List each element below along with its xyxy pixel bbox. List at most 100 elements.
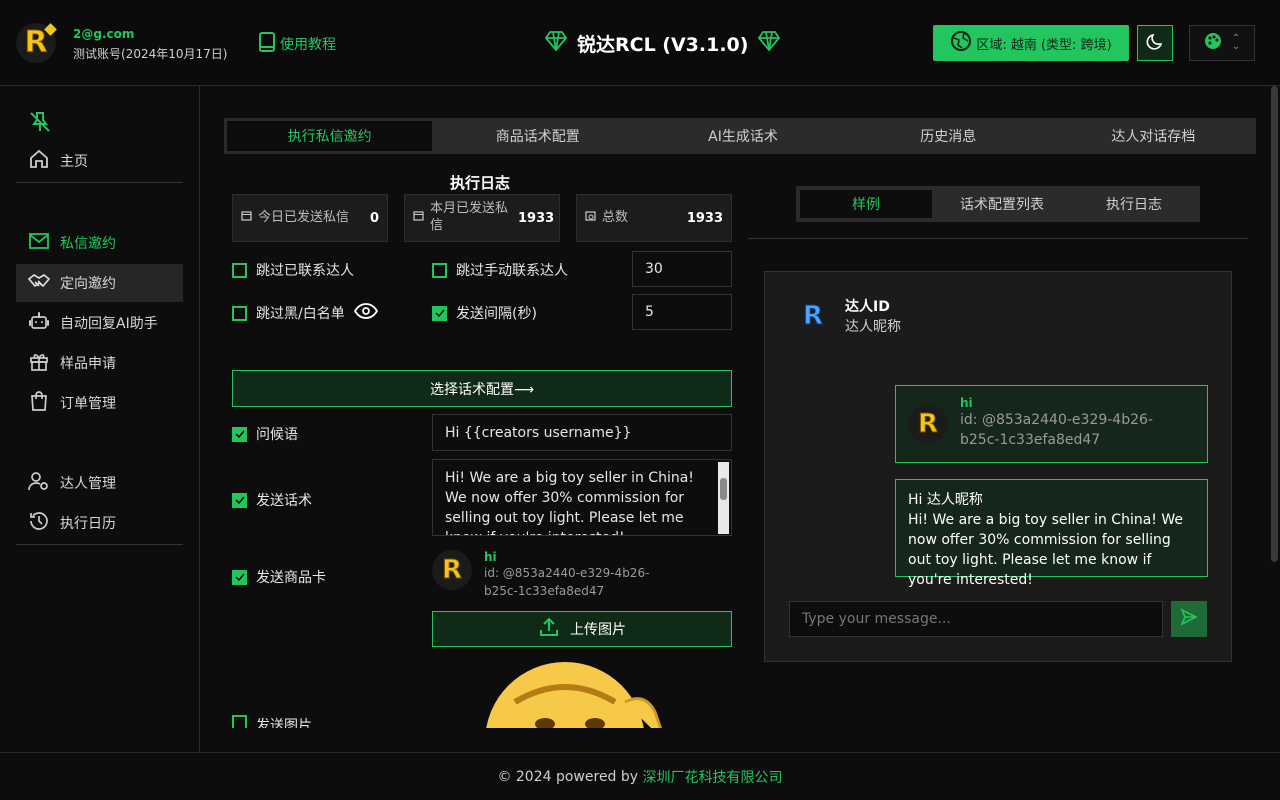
footer: © 2024 powered by 深圳厂花科技有限公司: [0, 752, 1280, 800]
clock-calendar-icon: [585, 210, 596, 227]
palette-select[interactable]: ⌃ ⌄: [1189, 25, 1255, 61]
product-card-message: R hi id: @853a2440-e329-4b26-b25c-1c33ef…: [895, 385, 1208, 463]
eye-icon[interactable]: [353, 303, 378, 323]
calendar-icon: [241, 210, 252, 227]
moon-icon: [1146, 32, 1164, 54]
message-body: Hi! We are a big toy seller in China! We…: [908, 512, 1183, 588]
scrollbar[interactable]: [718, 462, 729, 534]
user-gear-icon: [28, 470, 50, 496]
sidebar-item-targeted-invite[interactable]: 定向邀约: [16, 264, 183, 302]
globe-icon: [950, 30, 972, 56]
tab-sample[interactable]: 样例: [800, 190, 932, 218]
stat-total: 总数 1933: [576, 194, 732, 242]
creator-id: 达人ID: [845, 299, 890, 315]
tutorial-link[interactable]: 使用教程: [258, 32, 336, 56]
footer-company-link[interactable]: 深圳厂花科技有限公司: [643, 767, 783, 787]
history-icon: [28, 510, 50, 536]
app-title: 锐达RCL (V3.1.0): [544, 30, 781, 57]
stat-total-value: 1933: [686, 210, 723, 226]
checkbox-box: [232, 305, 247, 321]
diamond-icon: [758, 31, 781, 56]
tutorial-label: 使用教程: [280, 37, 336, 53]
send-image-checkbox[interactable]: 发送图片: [232, 715, 312, 728]
book-icon: [258, 32, 276, 56]
checkbox-box: [432, 262, 447, 278]
interval-seconds-input[interactable]: [632, 294, 732, 330]
stat-month: 本月已发送私信 1933: [404, 194, 560, 242]
main-tabs: 执行私信邀约 商品话术配置 AI生成话术 历史消息 达人对话存档: [224, 118, 1256, 154]
product-id: id: @853a2440-e329-4b26-b25c-1c33efa8ed4…: [484, 566, 650, 598]
send-script-checkbox[interactable]: 发送话术: [232, 490, 312, 510]
sidebar-item-auto-reply[interactable]: 自动回复AI助手: [16, 304, 183, 342]
tab-script-list[interactable]: 话术配置列表: [936, 186, 1068, 222]
message-greeting: Hi 达人昵称: [908, 492, 983, 508]
tab-product-script[interactable]: 商品话术配置: [435, 118, 640, 154]
skip-contacted-checkbox[interactable]: 跳过已联系达人: [232, 260, 354, 280]
sidebar-item-label: 样品申请: [60, 356, 116, 372]
log-title: 执行日志: [450, 174, 511, 192]
stat-today-label: 今日已发送私信: [258, 209, 350, 225]
gift-icon: [28, 350, 50, 376]
stat-total-label: 总数: [602, 209, 629, 225]
region-button[interactable]: 区域: 越南 (类型: 跨境): [933, 25, 1129, 61]
checkbox-label: 跳过已联系达人: [256, 263, 354, 279]
product-avatar: R: [432, 550, 472, 590]
sidebar-item-home[interactable]: 主页: [16, 142, 183, 180]
tab-exec-log[interactable]: 执行日志: [1068, 186, 1200, 222]
stat-today-value: 0: [369, 210, 379, 226]
upload-label: 上传图片: [570, 622, 626, 638]
sidebar-item-creator-mgmt[interactable]: 达人管理: [16, 464, 183, 502]
tab-chat-archive[interactable]: 达人对话存档: [1051, 118, 1256, 154]
page-scrollbar[interactable]: [1271, 86, 1278, 562]
skip-blacklist-checkbox[interactable]: 跳过黑/白名单: [232, 303, 378, 323]
sidebar-item-label: 自动回复AI助手: [60, 316, 158, 332]
tab-ai-script[interactable]: AI生成话术: [640, 118, 845, 154]
checkbox-checked: [432, 305, 447, 321]
checkbox-label: 发送图片: [256, 718, 312, 728]
theme-toggle-button[interactable]: [1137, 25, 1173, 61]
shopping-bag-icon: [28, 390, 50, 416]
script-textarea[interactable]: Hi! We are a big toy seller in China! We…: [432, 459, 732, 536]
stat-month-value: 1933: [518, 210, 555, 226]
text-message: Hi 达人昵称 Hi! We are a big toy seller in C…: [895, 479, 1208, 588]
manual-days-input[interactable]: [632, 251, 732, 287]
script-text: Hi! We are a big toy seller in China! We…: [445, 470, 694, 535]
sidebar-item-label: 达人管理: [60, 476, 116, 492]
send-icon: [1180, 608, 1198, 630]
app-logo: R: [16, 23, 57, 63]
uploaded-image: [485, 662, 685, 728]
sidebar-item-label: 定向邀约: [60, 276, 116, 292]
send-button[interactable]: [1171, 601, 1207, 637]
choose-script-config-button[interactable]: 选择话术配置⟶: [232, 370, 732, 407]
checkbox-label: 问候语: [256, 427, 298, 443]
chevron-updown-icon: ⌃ ⌄: [1231, 33, 1241, 52]
product-card-preview: R hi id: @853a2440-e329-4b26-b25c-1c33ef…: [432, 550, 674, 600]
sidebar-item-order-mgmt[interactable]: 订单管理: [16, 384, 183, 422]
checkbox-label: 发送间隔(秒): [456, 306, 537, 322]
tab-history[interactable]: 历史消息: [846, 118, 1051, 154]
palette-icon: [1204, 32, 1222, 54]
sidebar-item-label: 私信邀约: [60, 236, 116, 252]
message-input[interactable]: [789, 601, 1163, 637]
sidebar-item-sample-request[interactable]: 样品申请: [16, 344, 183, 382]
user-email: 2@g.com: [73, 27, 135, 41]
creator-avatar: R: [793, 296, 833, 336]
sidebar: 主页 私信邀约 定向邀约 自动回复AI助手 样品申请 订单管理 达人管理 执行日…: [0, 86, 200, 752]
unpin-icon[interactable]: [28, 110, 52, 138]
greeting-checkbox[interactable]: 问候语: [232, 424, 298, 444]
greeting-input[interactable]: [432, 414, 732, 451]
footer-prefix: © 2024 powered by: [497, 768, 643, 785]
calendar-icon: [413, 210, 424, 227]
send-product-card-checkbox[interactable]: 发送商品卡: [232, 567, 326, 587]
send-interval-checkbox[interactable]: 发送间隔(秒): [432, 303, 537, 323]
mail-icon: [28, 230, 50, 256]
upload-image-button[interactable]: 上传图片: [432, 611, 732, 647]
tab-execute-dm[interactable]: 执行私信邀约: [227, 121, 433, 151]
skip-manual-checkbox[interactable]: 跳过手动联系达人: [432, 260, 568, 280]
sidebar-item-label: 订单管理: [60, 396, 116, 412]
sidebar-divider: [16, 544, 183, 545]
divider: [748, 238, 1248, 239]
sidebar-item-exec-calendar[interactable]: 执行日历: [16, 504, 183, 542]
sidebar-item-dm-invite[interactable]: 私信邀约: [16, 224, 183, 262]
stat-month-label: 本月已发送私信: [430, 201, 509, 233]
